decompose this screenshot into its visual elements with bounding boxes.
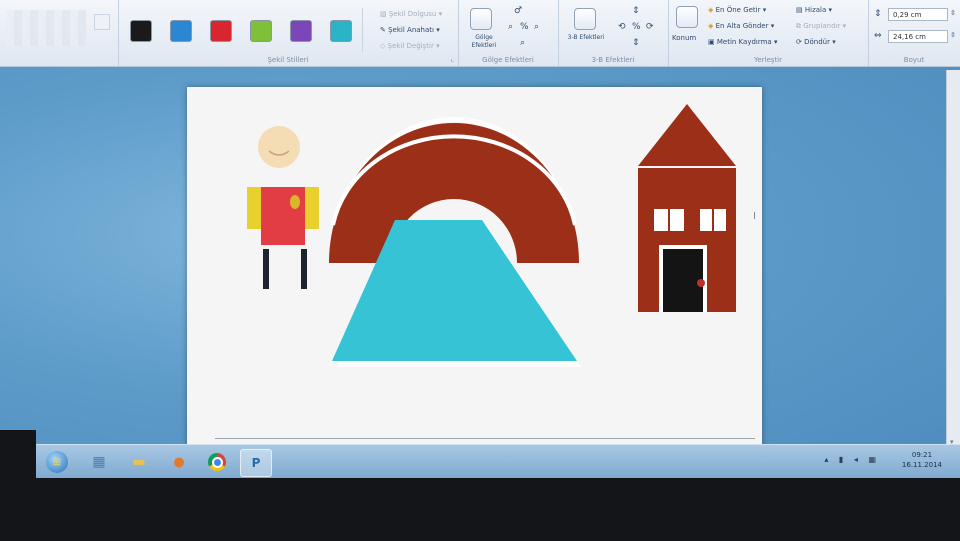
vertical-scrollbar[interactable]: ▾ [946, 70, 960, 480]
taskbar-explorer-button[interactable]: ▦ [84, 449, 114, 475]
send-back-icon: ◈ [708, 22, 714, 30]
clock-time: 09:21 [911, 451, 933, 459]
figure-badge [290, 195, 300, 209]
tilt-up-icon[interactable]: ⇕ [632, 6, 640, 16]
publisher-icon: P [251, 456, 261, 470]
ribbon-group-insert-shapes [0, 0, 119, 66]
text-wrap-button[interactable]: ▣ Metin Kaydırma ▾ [708, 38, 777, 46]
dialog-launcher-icon[interactable]: ⌞ [451, 55, 454, 63]
shapes-icon: ◇ [380, 42, 386, 50]
pen-icon: ✎ [380, 26, 386, 34]
taskbar-clock[interactable]: 09:21 16.11.2014 [902, 450, 942, 470]
shadow-nudge-up-icon[interactable]: ♂ [514, 6, 522, 16]
gallery-more-button[interactable] [94, 14, 110, 30]
house-shape[interactable] [638, 104, 736, 312]
ribbon-group-size: ⇕ 0,29 cm ⇳ ⇔ 24,16 cm ⇳ Boyut [868, 0, 960, 66]
bring-front-icon: ◈ [708, 6, 714, 14]
rotate-icon: ⟳ [796, 38, 802, 46]
folder-icon: ▬ [132, 454, 146, 470]
clock-date: 16.11.2014 [901, 461, 942, 469]
document-page[interactable]: I [187, 87, 762, 465]
rotate-button[interactable]: ⟳ Döndür ▾ [796, 38, 836, 46]
shadow-nudge-right-icon[interactable]: ⌕ [534, 22, 539, 32]
style-swatch-purple[interactable] [290, 20, 312, 42]
chrome-icon [208, 453, 226, 471]
figure-right-leg[interactable] [301, 249, 307, 289]
door-knob [697, 279, 705, 287]
3d-effects-button[interactable] [574, 8, 596, 30]
paint-bucket-icon: ▨ [380, 10, 387, 18]
house-roof[interactable] [638, 104, 736, 166]
stick-figure[interactable] [247, 126, 319, 289]
size-label: Boyut [903, 56, 925, 64]
ribbon-group-arrange: Konum ◈ En Öne Getir ▾ ◈ En Alta Gönder … [668, 0, 869, 66]
figure-head[interactable] [258, 126, 300, 168]
change-shape-button[interactable]: ◇ Şekil Değiştir ▾ [380, 42, 440, 50]
height-spinner[interactable]: ⇳ [950, 9, 956, 17]
ribbon-group-shadow-effects: Gölge Efektleri ♂ ⌕ % ⌕ ⌕ Gölge Efektler… [458, 0, 559, 66]
text-wrap-icon: ▣ [708, 38, 715, 46]
position-button-label: Konum [672, 34, 697, 42]
page-drawing: I [247, 104, 756, 367]
group-button[interactable]: ⧉ Gruplandır ▾ [796, 22, 846, 31]
shadow-effects-button-label: Gölge Efektleri [471, 34, 497, 49]
ribbon-group-shape-styles: ▨ Şekil Dolgusu ▾ ✎ Şekil Anahatı ▾ ◇ Şe… [118, 0, 459, 66]
arrange-label: Yerleştir [754, 56, 782, 64]
swatch-scroll[interactable] [362, 8, 371, 52]
taskbar-folder-button[interactable]: ▬ [124, 449, 154, 475]
shape-fill-button[interactable]: ▨ Şekil Dolgusu ▾ [380, 10, 442, 18]
figure-right-sleeve[interactable] [303, 187, 319, 229]
house-door[interactable] [663, 249, 703, 312]
tilt-down-icon[interactable]: ⇕ [632, 38, 640, 48]
shadow-effects-button[interactable] [470, 8, 492, 30]
shadow-effects-label: Gölge Efektleri [482, 56, 534, 64]
style-swatch-teal[interactable] [330, 20, 352, 42]
3d-toggle-icon[interactable]: % [632, 22, 641, 32]
tilt-left-icon[interactable]: ⟲ [618, 22, 626, 32]
width-field[interactable]: 24,16 cm [888, 30, 948, 43]
figure-shirt[interactable] [261, 187, 305, 245]
ribbon-toolbar: ▨ Şekil Dolgusu ▾ ✎ Şekil Anahatı ▾ ◇ Şe… [0, 0, 960, 67]
style-swatch-red[interactable] [210, 20, 232, 42]
shadow-nudge-down-icon[interactable]: ⌕ [520, 38, 525, 48]
explorer-icon: ▦ [92, 454, 106, 470]
style-swatch-green[interactable] [250, 20, 272, 42]
style-swatch-black[interactable] [130, 20, 152, 42]
start-button[interactable]: ⊞ [42, 449, 72, 475]
width-spinner[interactable]: ⇳ [950, 31, 956, 39]
width-icon: ⇔ [874, 31, 882, 41]
align-icon: ▤ [796, 6, 803, 14]
position-button[interactable] [676, 6, 698, 28]
group-icon: ⧉ [796, 22, 801, 30]
text-cursor-icon: I [753, 211, 756, 222]
tilt-right-icon[interactable]: ⟳ [646, 22, 654, 32]
figure-left-leg[interactable] [263, 249, 269, 289]
windows-logo-icon: ⊞ [46, 451, 68, 473]
3d-effects-button-label: 3-B Efektleri [567, 34, 605, 41]
ribbon-group-3d-effects: 3-B Efektleri ⇕ ⟲ % ⟳ ⇕ 3-B Efektleri [558, 0, 669, 66]
monitor-bezel-bottom [0, 478, 960, 541]
screen: ▨ Şekil Dolgusu ▾ ✎ Şekil Anahatı ▾ ◇ Şe… [0, 0, 960, 541]
bring-to-front-button[interactable]: ◈ En Öne Getir ▾ [708, 6, 766, 14]
taskbar-chrome-button[interactable] [202, 449, 232, 475]
shape-outline-button[interactable]: ✎ Şekil Anahatı ▾ [380, 26, 440, 34]
shadow-toggle-icon[interactable]: % [520, 22, 529, 32]
taskbar-media-button[interactable]: ● [164, 449, 194, 475]
height-icon: ⇕ [874, 9, 882, 19]
media-player-icon: ● [173, 454, 185, 470]
shadow-nudge-left-icon[interactable]: ⌕ [508, 22, 513, 32]
figure-left-sleeve[interactable] [247, 187, 263, 229]
taskbar-publisher-button[interactable]: P [240, 449, 272, 477]
page-bottom-ruler [215, 438, 755, 439]
shape-gallery[interactable] [6, 10, 86, 46]
3d-effects-label: 3-B Efektleri [591, 56, 635, 64]
shape-styles-label: Şekil Stilleri [267, 56, 309, 64]
system-tray-icons[interactable]: ▴ ▮ ◂ ▦ [824, 455, 880, 464]
send-to-back-button[interactable]: ◈ En Alta Gönder ▾ [708, 22, 774, 30]
align-button[interactable]: ▤ Hizala ▾ [796, 6, 832, 14]
style-swatch-blue[interactable] [170, 20, 192, 42]
height-field[interactable]: 0,29 cm [888, 8, 948, 21]
windows-taskbar: ⊞ ▦ ▬ ● P ▴ ▮ ◂ ▦ 09:21 16.11.2014 [36, 444, 960, 479]
